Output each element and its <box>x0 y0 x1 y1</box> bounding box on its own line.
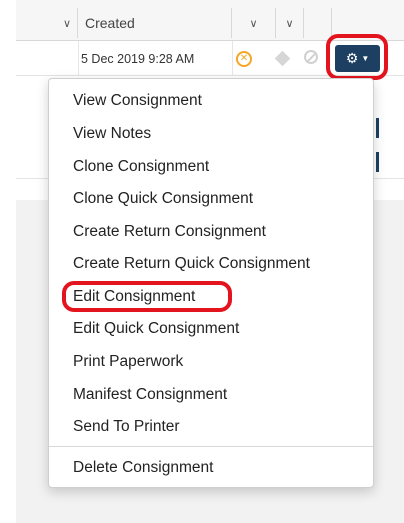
row-button-edge <box>376 118 379 138</box>
highlight-annotation <box>326 34 388 80</box>
menu-item-clone-consignment[interactable]: Clone Consignment <box>73 155 209 179</box>
menu-item-delete-consignment[interactable]: Delete Consignment <box>73 456 213 480</box>
chevron-down-icon: ∨ <box>249 17 258 30</box>
menu-item-send-to-printer[interactable]: Send To Printer <box>73 415 180 439</box>
menu-item-view-notes[interactable]: View Notes <box>73 122 151 146</box>
column-header-empty <box>304 8 332 38</box>
x-circle-icon[interactable]: ✕ <box>236 51 252 67</box>
menu-item-edit-quick-consignment[interactable]: Edit Quick Consignment <box>73 317 239 341</box>
column-filter-dropdown[interactable]: ∨ <box>16 8 78 38</box>
highlight-annotation <box>62 281 232 312</box>
no-entry-icon <box>304 50 318 64</box>
menu-divider <box>49 446 373 447</box>
menu-item-print-paperwork[interactable]: Print Paperwork <box>73 350 183 374</box>
chevron-down-icon: ∨ <box>62 17 71 30</box>
menu-item-create-return-quick-consignment[interactable]: Create Return Quick Consignment <box>73 252 310 276</box>
column-header-created[interactable]: Created <box>78 8 232 38</box>
menu-item-manifest-consignment[interactable]: Manifest Consignment <box>73 383 227 407</box>
column-filter-dropdown[interactable]: ∨ <box>232 8 276 38</box>
row-button-edge <box>376 152 379 172</box>
menu-item-clone-quick-consignment[interactable]: Clone Quick Consignment <box>73 187 253 211</box>
menu-item-create-return-consignment[interactable]: Create Return Consignment <box>73 220 266 244</box>
column-header-label: Created <box>85 15 135 31</box>
created-timestamp: 5 Dec 2019 9:28 AM <box>81 52 195 66</box>
chevron-down-icon: ∨ <box>285 17 294 30</box>
column-filter-dropdown[interactable]: ∨ <box>276 8 304 38</box>
menu-item-view-consignment[interactable]: View Consignment <box>73 89 202 113</box>
